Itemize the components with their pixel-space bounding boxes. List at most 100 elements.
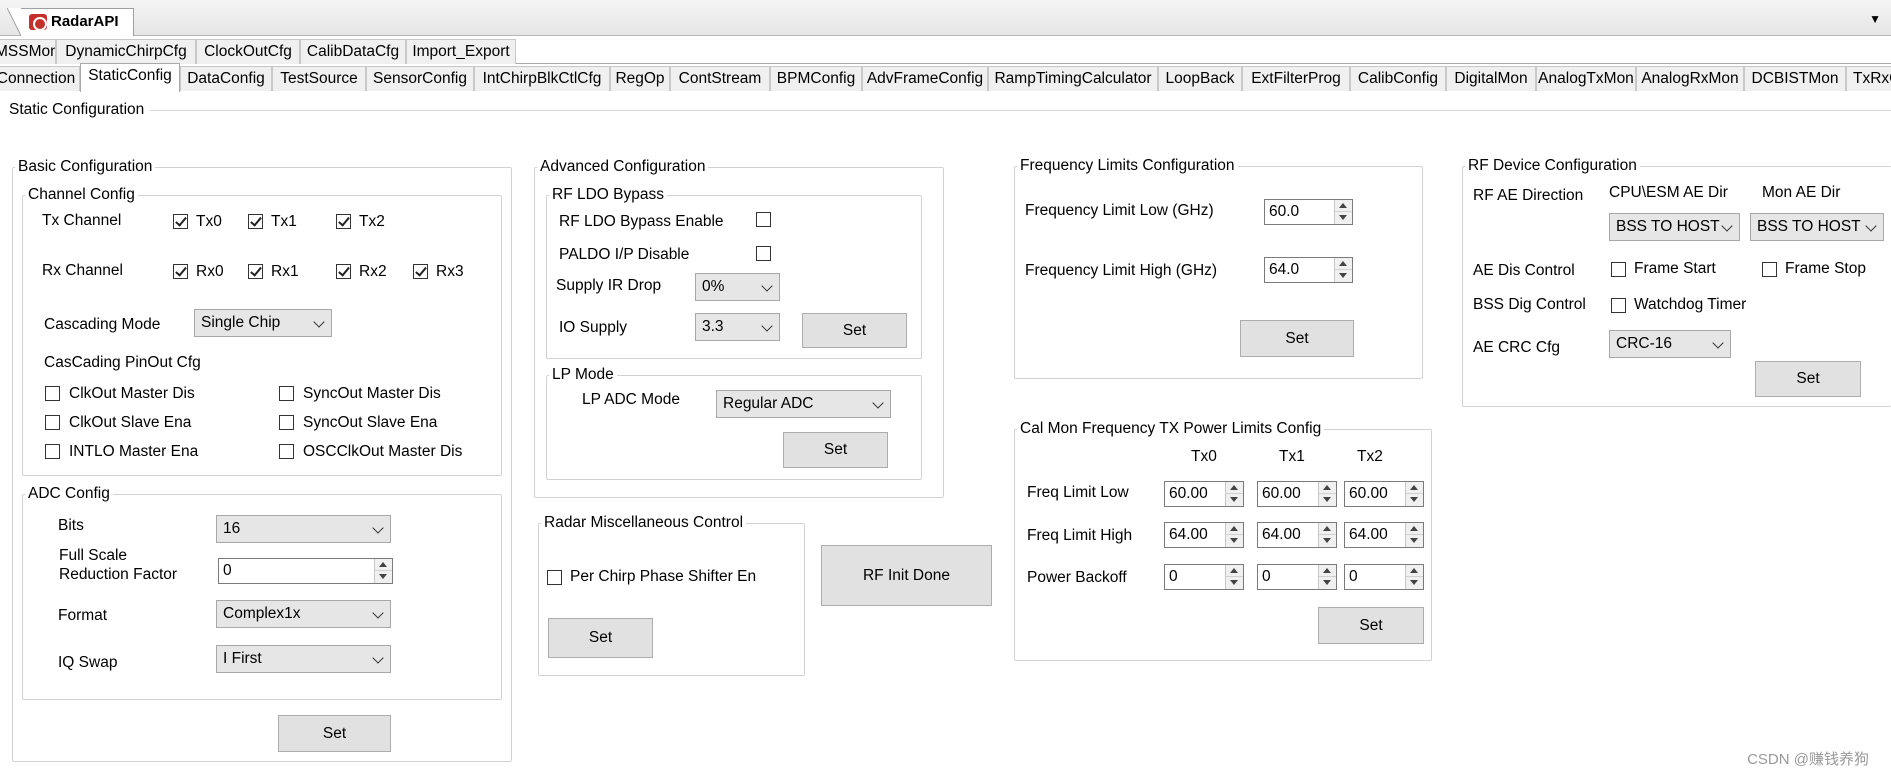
clkout-master-dis-checkbox[interactable] <box>45 386 60 401</box>
radar-misc-set-button[interactable]: Set <box>548 618 653 658</box>
rx3-checkbox[interactable] <box>413 264 428 279</box>
spin-down-icon[interactable] <box>1319 494 1336 506</box>
calmon-set-button[interactable]: Set <box>1318 607 1424 644</box>
spin-down-icon[interactable] <box>375 571 392 583</box>
basic-set-button[interactable]: Set <box>278 715 391 752</box>
calmon-spinbox[interactable]: 64.00 <box>1164 522 1244 548</box>
spin-up-icon[interactable] <box>1319 482 1336 494</box>
spin-up-icon[interactable] <box>1406 565 1423 577</box>
clkout-slave-ena-checkbox[interactable] <box>45 415 60 430</box>
tx0-checkbox[interactable] <box>173 214 188 229</box>
per-chirp-phase-shifter-checkbox[interactable] <box>547 570 562 585</box>
tab-ramptimingcalculator[interactable]: RampTimingCalculator <box>988 66 1158 91</box>
spin-down-icon[interactable] <box>1226 535 1243 547</box>
format-select[interactable]: Complex1x <box>216 600 391 628</box>
tab-mssmon[interactable]: MSSMon <box>0 39 56 64</box>
syncout-slave-ena-checkbox[interactable] <box>279 415 294 430</box>
rf-init-done-button[interactable]: RF Init Done <box>821 545 992 606</box>
spin-down-icon[interactable] <box>1335 212 1352 224</box>
tab-analogrxmon[interactable]: AnalogRxMon <box>1636 66 1744 91</box>
calmon-spinbox[interactable]: 60.00 <box>1257 481 1337 507</box>
tx1-checkbox[interactable] <box>248 214 263 229</box>
tab-dataconfig[interactable]: DataConfig <box>180 66 272 91</box>
tab-regop[interactable]: RegOp <box>610 66 670 91</box>
tab-bpmconfig[interactable]: BPMConfig <box>770 66 862 91</box>
calmon-spinbox[interactable]: 0 <box>1344 564 1424 590</box>
watchdog-timer-checkbox[interactable] <box>1611 298 1626 313</box>
frame-stop-checkbox[interactable] <box>1762 262 1777 277</box>
tab-testsource[interactable]: TestSource <box>272 66 366 91</box>
tab-extfilterprog[interactable]: ExtFilterProg <box>1242 66 1350 91</box>
spin-up-icon[interactable] <box>1335 258 1352 270</box>
spin-down-icon[interactable] <box>1406 494 1423 506</box>
rf-ldo-set-button[interactable]: Set <box>802 313 907 348</box>
intlo-master-ena-checkbox[interactable] <box>45 444 60 459</box>
spin-up-icon[interactable] <box>1406 523 1423 535</box>
spin-up-icon[interactable] <box>1226 565 1243 577</box>
spin-up-icon[interactable] <box>1406 482 1423 494</box>
calmon-spinbox[interactable]: 60.00 <box>1164 481 1244 507</box>
cascading-mode-select[interactable]: Single Chip <box>194 309 332 337</box>
tab-loopback[interactable]: LoopBack <box>1158 66 1242 91</box>
tab-analogtxmon[interactable]: AnalogTxMon <box>1536 66 1636 91</box>
tab-dynamicchirpcfg[interactable]: DynamicChirpCfg <box>56 39 196 64</box>
tab-clockoutcfg[interactable]: ClockOutCfg <box>196 39 300 64</box>
rf-device-set-button[interactable]: Set <box>1755 361 1861 397</box>
tab-sensorconfig[interactable]: SensorConfig <box>366 66 474 91</box>
spin-up-icon[interactable] <box>375 559 392 571</box>
tab-staticconfig[interactable]: StaticConfig <box>80 63 180 92</box>
spin-up-icon[interactable] <box>1226 523 1243 535</box>
window-dropdown-icon[interactable]: ▼ <box>1869 12 1881 26</box>
supply-ir-drop-select[interactable]: 0% <box>695 273 780 301</box>
fsrf-spinbox[interactable]: 0 <box>218 558 393 584</box>
freq-low-spinbox[interactable]: 60.0 <box>1264 199 1353 225</box>
freq-limits-set-button[interactable]: Set <box>1240 320 1354 357</box>
tab-import-export[interactable]: Import_Export <box>406 39 516 64</box>
rx0-checkbox[interactable] <box>173 264 188 279</box>
app-tab[interactable]: RadarAPI <box>7 8 134 36</box>
full-scale-label: Full Scale <box>59 547 128 564</box>
calmon-spinbox[interactable]: 0 <box>1257 564 1337 590</box>
tab-digitalmon[interactable]: DigitalMon <box>1446 66 1536 91</box>
spin-down-icon[interactable] <box>1406 577 1423 589</box>
tab-connection[interactable]: Connection <box>0 66 80 91</box>
tab-advframeconfig[interactable]: AdvFrameConfig <box>862 66 988 91</box>
spin-down-icon[interactable] <box>1226 577 1243 589</box>
tab-calibdatacfg[interactable]: CalibDataCfg <box>300 39 406 64</box>
frame-start-checkbox[interactable] <box>1611 262 1626 277</box>
lp-adc-mode-select[interactable]: Regular ADC <box>716 390 891 418</box>
rf-ldo-bypass-enable-checkbox[interactable] <box>756 212 771 227</box>
calmon-spinbox[interactable]: 60.00 <box>1344 481 1424 507</box>
spin-up-icon[interactable] <box>1319 565 1336 577</box>
tab-contstream[interactable]: ContStream <box>670 66 770 91</box>
ae-crc-cfg-select[interactable]: CRC-16 <box>1609 330 1731 358</box>
calmon-spinbox[interactable]: 0 <box>1164 564 1244 590</box>
iq-swap-select[interactable]: I First <box>216 645 391 673</box>
bits-select[interactable]: 16 <box>216 515 391 543</box>
calmon-spinbox[interactable]: 64.00 <box>1344 522 1424 548</box>
spin-down-icon[interactable] <box>1226 494 1243 506</box>
spin-down-icon[interactable] <box>1319 577 1336 589</box>
spin-down-icon[interactable] <box>1406 535 1423 547</box>
tab-dcbistmon[interactable]: DCBISTMon <box>1744 66 1846 91</box>
calmon-spinbox[interactable]: 64.00 <box>1257 522 1337 548</box>
io-supply-select[interactable]: 3.3 <box>695 313 780 341</box>
spin-down-icon[interactable] <box>1319 535 1336 547</box>
lp-mode-set-button[interactable]: Set <box>783 432 888 468</box>
tx2-checkbox[interactable] <box>336 214 351 229</box>
rx1-checkbox[interactable] <box>248 264 263 279</box>
paldo-disable-checkbox[interactable] <box>756 246 771 261</box>
spin-up-icon[interactable] <box>1226 482 1243 494</box>
mon-ae-dir-select[interactable]: BSS TO HOST <box>1750 213 1884 241</box>
spin-up-icon[interactable] <box>1319 523 1336 535</box>
syncout-master-dis-checkbox[interactable] <box>279 386 294 401</box>
tab-intchirpblkctlcfg[interactable]: IntChirpBlkCtlCfg <box>474 66 610 91</box>
rx2-checkbox[interactable] <box>336 264 351 279</box>
spin-down-icon[interactable] <box>1335 270 1352 282</box>
oscclkout-master-dis-checkbox[interactable] <box>279 444 294 459</box>
freq-high-spinbox[interactable]: 64.0 <box>1264 257 1353 283</box>
spin-up-icon[interactable] <box>1335 200 1352 212</box>
tab-calibconfig[interactable]: CalibConfig <box>1350 66 1446 91</box>
tab-txrxg[interactable]: TxRxG <box>1846 66 1891 91</box>
cpu-esm-ae-dir-select[interactable]: BSS TO HOST <box>1609 213 1740 241</box>
